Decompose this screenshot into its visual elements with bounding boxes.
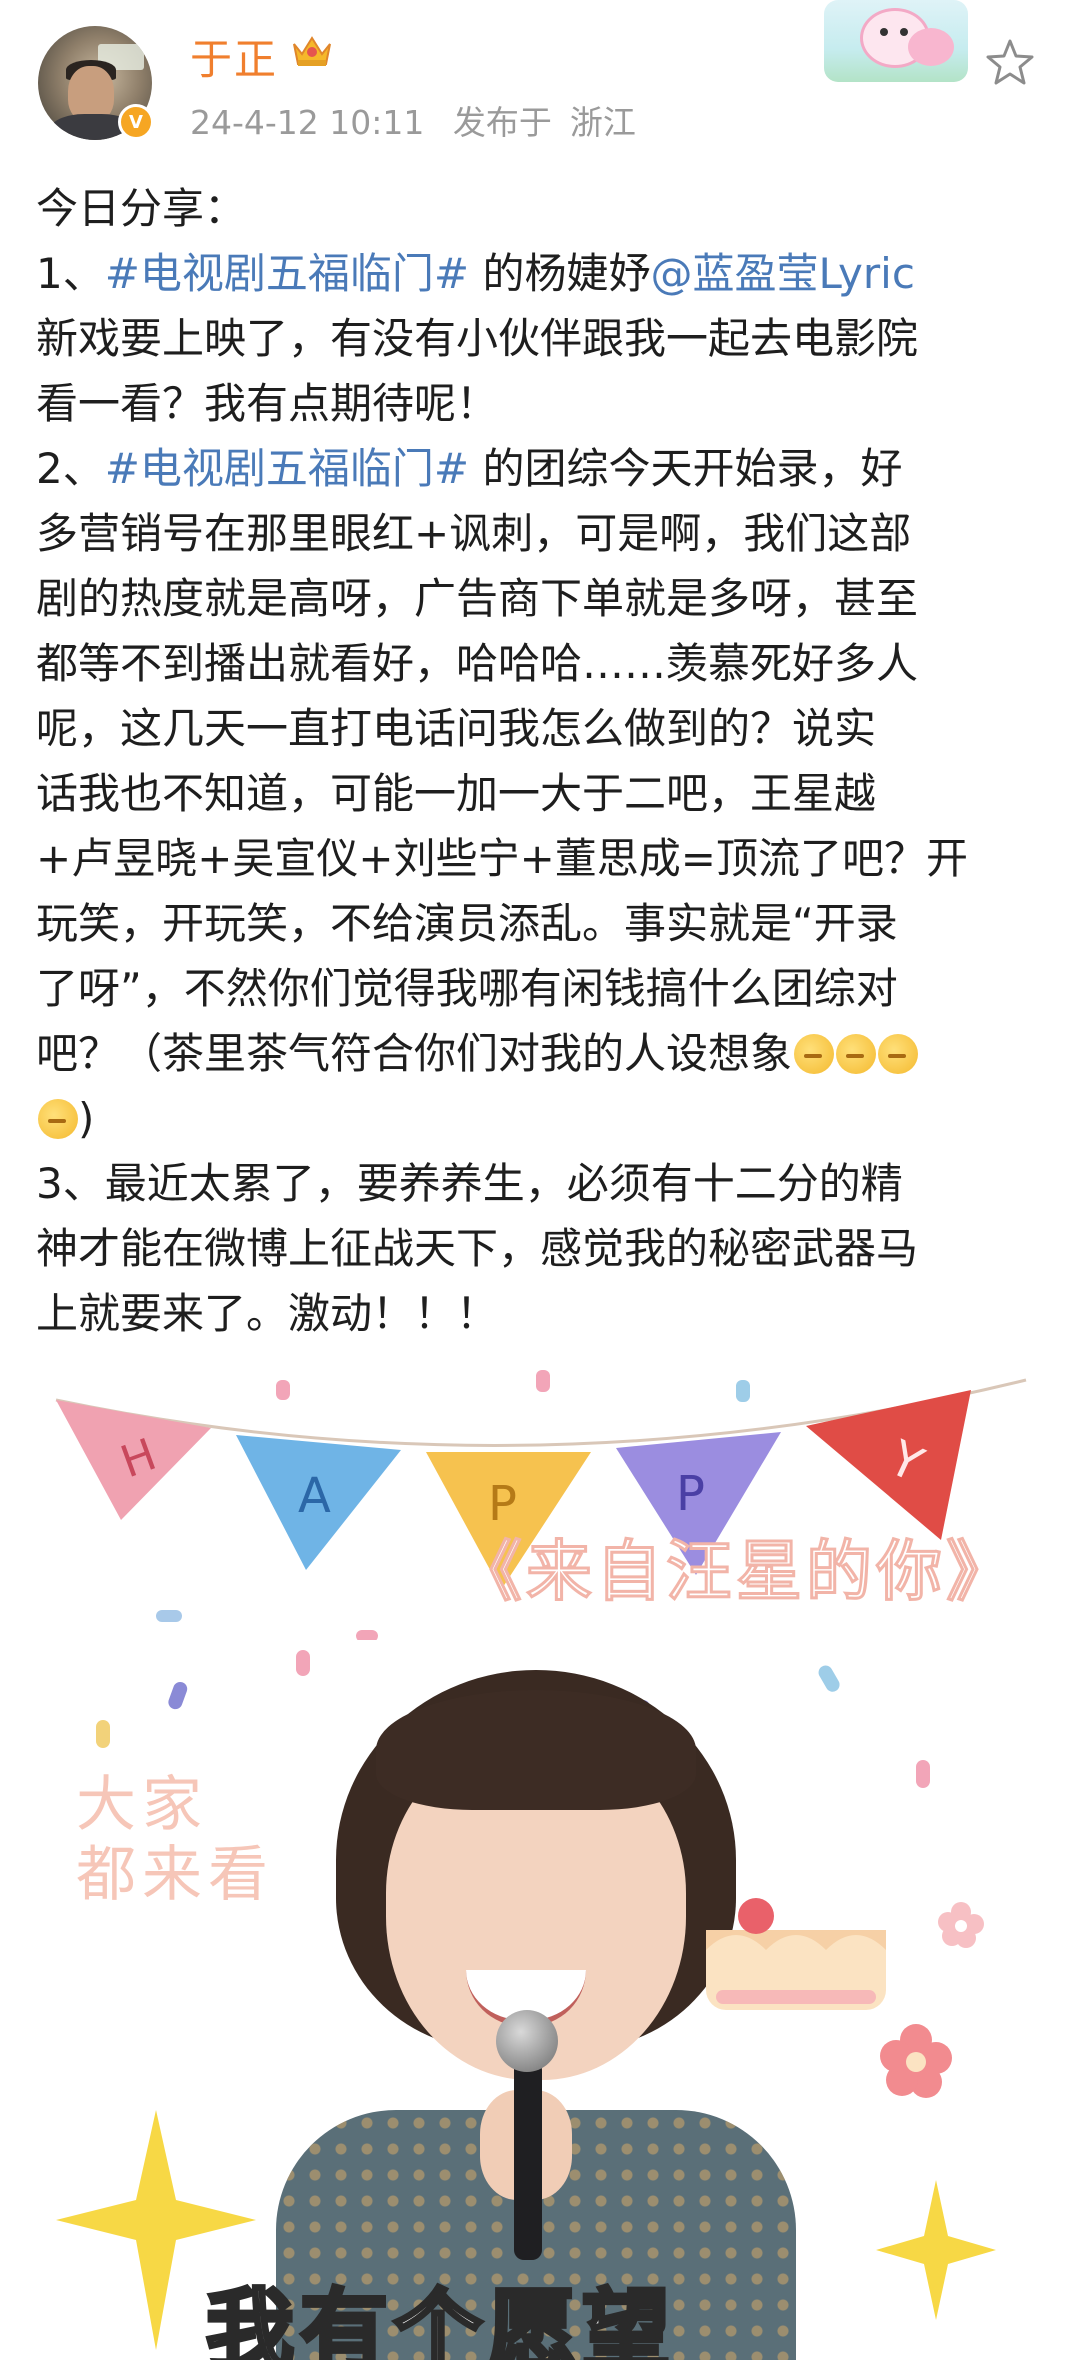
post-line: 了呀”，不然你们觉得我哪有闲钱搞什么团综对 <box>36 964 898 1013</box>
post-line: +卢昱晓+吴宣仪+刘些宁+董思成=顶流了吧？开 <box>36 834 968 883</box>
post-text: 1、 <box>36 249 105 298</box>
post-date: 24-4-12 10:11 <box>190 103 425 142</box>
post-line: 看一看？我有点期待呢！ <box>36 379 499 428</box>
thinking-emoji-icon <box>878 1034 919 1074</box>
post-line: 玩笑，开玩笑，不给演员添乱。事实就是“开录 <box>36 899 898 948</box>
crown-icon <box>293 36 331 66</box>
post-text: 的杨婕妤 <box>469 249 651 298</box>
post-text: ) <box>78 1094 95 1143</box>
flower-icon <box>880 2024 952 2098</box>
post-text: 吧？（茶里茶气符合你们对我的人设想象 <box>36 1029 793 1078</box>
post-line: 吧？（茶里茶气符合你们对我的人设想象 <box>36 1021 1046 1086</box>
post-line: 神才能在微博上征战天下，感觉我的秘密武器马 <box>36 1224 919 1273</box>
post-meta: 24-4-12 10:11 发布于 浙江 <box>190 96 654 144</box>
post-line: 3、最近太累了，要养养生，必须有十二分的精 <box>36 1159 903 1208</box>
post-text: 2、 <box>36 444 105 493</box>
flower-icon <box>938 1902 984 1948</box>
post-header: V 于正 24-4-12 10:11 发布于 浙江 <box>0 0 1080 170</box>
post-line: 剧的热度就是高呀，广告商下单就是多呀，甚至 <box>36 574 919 623</box>
post-line: 呢，这几天一直打电话问我怎么做到的？说实 <box>36 704 877 753</box>
image-title-text: 《来自汪星的你》 <box>455 1532 1016 1612</box>
post-line: 1、#电视剧五福临门# 的杨婕妤@蓝盈莹Lyric <box>36 241 1046 306</box>
location-prefix: 发布于 <box>452 103 552 142</box>
post-line: 今日分享： <box>36 184 247 233</box>
post-image[interactable]: H A P P Y 《来自汪星的你》 大家 都来看 我有个愿望 <box>36 1340 1044 2360</box>
star-icon[interactable] <box>984 36 1036 88</box>
pig-cartoon-badge[interactable] <box>824 0 968 82</box>
username[interactable]: 于正 <box>190 26 278 87</box>
banner-letter: P <box>676 1466 705 1522</box>
image-caption-text: 我有个愿望 <box>204 2277 677 2360</box>
thinking-emoji-icon <box>836 1034 877 1074</box>
mention-link[interactable]: @蓝盈莹Lyric <box>650 249 914 298</box>
thinking-emoji-icon <box>38 1099 78 1139</box>
post-location: 浙江 <box>569 103 636 142</box>
sparkle-icon <box>876 2180 996 2320</box>
post-line: 都等不到播出就看好，哈哈哈……羡慕死好多人 <box>36 639 919 688</box>
post-text: 的团综今天开始录，好 <box>469 444 903 493</box>
post-line: ) <box>36 1086 1046 1151</box>
hashtag-link[interactable]: #电视剧五福临门# <box>105 249 469 298</box>
post-line: 2、#电视剧五福临门# 的团综今天开始录，好 <box>36 436 1046 501</box>
post-body: 今日分享： 1、#电视剧五福临门# 的杨婕妤@蓝盈莹Lyric 新戏要上映了，有… <box>36 176 1046 1346</box>
hashtag-link[interactable]: #电视剧五福临门# <box>105 444 469 493</box>
banner-letter: A <box>298 1468 331 1524</box>
post-line: 新戏要上映了，有没有小伙伴跟我一起去电影院 <box>36 314 919 363</box>
thinking-emoji-icon <box>794 1034 835 1074</box>
cake-icon <box>706 1898 886 2010</box>
post-line: 多营销号在那里眼红+讽刺，可是啊，我们这部 <box>36 509 912 558</box>
post-line: 上就要来了。激动！！！ <box>36 1289 499 1338</box>
verified-badge-icon: V <box>118 104 154 140</box>
post-line: 话我也不知道，可能一加一大于二吧，王星越 <box>36 769 877 818</box>
